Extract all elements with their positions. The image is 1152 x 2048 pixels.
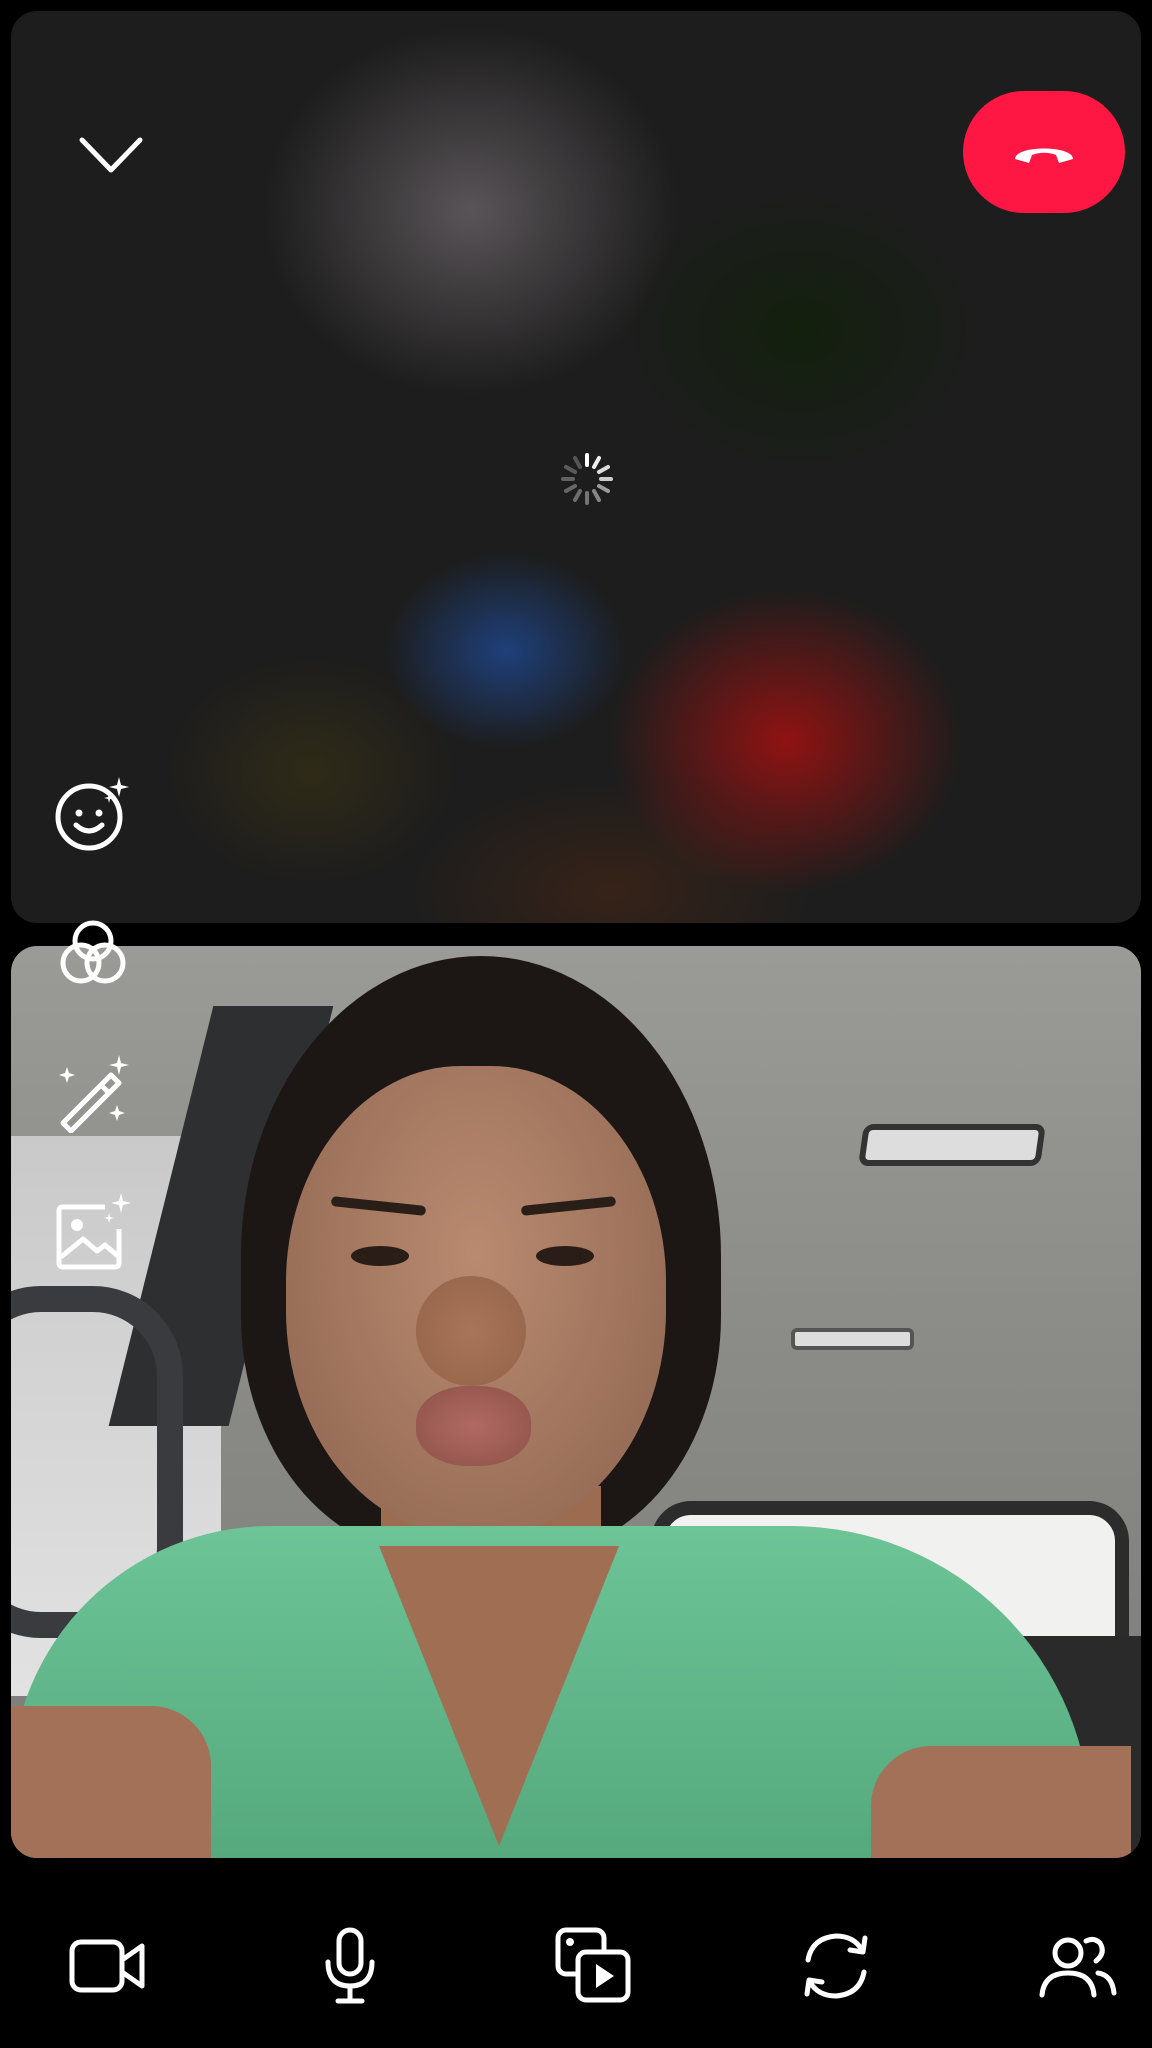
toggle-mic-button[interactable]: [302, 1918, 398, 2014]
dome-light-small: [791, 1328, 914, 1350]
end-call-button[interactable]: [963, 91, 1125, 213]
self-video-pane: [11, 946, 1141, 1858]
filters-button[interactable]: [50, 910, 136, 996]
person-nose: [416, 1276, 526, 1386]
video-camera-icon: [69, 1939, 145, 1993]
left-arm: [11, 1706, 211, 1858]
microphone-icon: [325, 1927, 375, 2004]
image-sparkle-icon: [56, 1193, 131, 1270]
share-media-button[interactable]: [546, 1918, 642, 2014]
participants-icon: [1039, 1936, 1117, 1998]
left-eye: [351, 1246, 409, 1266]
filters-circles-icon: [60, 920, 126, 984]
background-effects-button[interactable]: [50, 1190, 136, 1276]
flip-camera-icon: [804, 1933, 868, 1999]
participants-button[interactable]: [1030, 1918, 1126, 2014]
phone-hangup-icon: [1015, 148, 1073, 163]
remote-video-pane: [11, 11, 1141, 923]
chevron-down-icon[interactable]: [69, 121, 153, 191]
right-arm: [871, 1746, 1131, 1858]
loading-spinner-icon: [557, 449, 617, 509]
face-effects-button[interactable]: [50, 770, 136, 856]
dome-light: [858, 1124, 1046, 1166]
person-lips: [416, 1386, 531, 1466]
toggle-camera-button[interactable]: [60, 1918, 156, 2014]
call-toolbar: [0, 1858, 1152, 2048]
right-eye: [536, 1246, 594, 1266]
share-media-icon: [555, 1927, 631, 2003]
shirt-neckline: [379, 1546, 619, 1846]
magic-edit-button[interactable]: [50, 1050, 136, 1136]
magic-wand-icon: [59, 1055, 129, 1133]
face-sparkle-icon: [55, 777, 129, 851]
flip-camera-button[interactable]: [788, 1918, 884, 2014]
